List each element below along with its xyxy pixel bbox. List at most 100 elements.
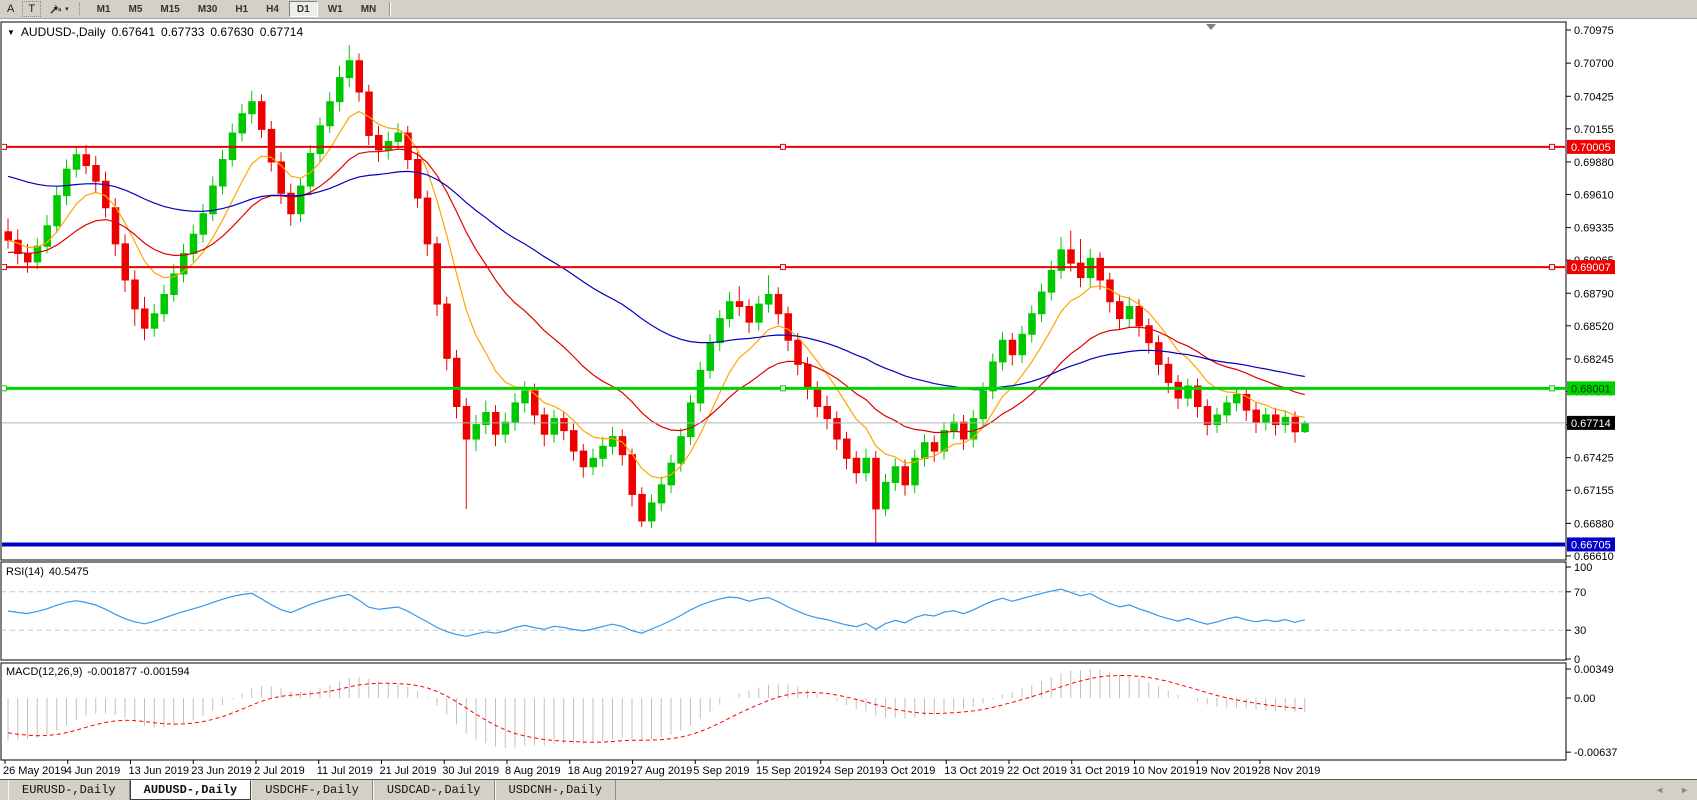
macd-axis-label: 0.00349 (1574, 664, 1614, 676)
candle (1117, 294, 1124, 329)
timeframe-button-m1[interactable]: M1 (89, 1, 119, 17)
candle (1156, 335, 1163, 375)
timeframe-button-h1[interactable]: H1 (227, 1, 256, 17)
chart-tab-audusd[interactable]: AUDUSD-,Daily (130, 780, 252, 800)
level-price-label: 0.68001 (1567, 381, 1615, 395)
rsi-name: RSI(14) (6, 566, 44, 578)
svg-text:0.70005: 0.70005 (1571, 142, 1611, 154)
candle (83, 145, 90, 174)
chart-title: ▼ AUDUSD-,Daily 0.67641 0.67733 0.67630 … (7, 25, 303, 39)
chart-tab-usdcad[interactable]: USDCAD-,Daily (373, 780, 495, 800)
ohlc-low: 0.67630 (210, 25, 253, 39)
date-label: 11 Jul 2019 (317, 765, 373, 777)
timeframe-button-m15[interactable]: M15 (152, 1, 187, 17)
candle (600, 437, 607, 467)
rsi-pane (1, 589, 1566, 636)
svg-text:0.69007: 0.69007 (1571, 262, 1611, 274)
macd-axis-label: -0.00637 (1574, 747, 1617, 759)
candle (171, 264, 178, 301)
candle (941, 422, 948, 459)
candle (541, 408, 548, 447)
level-price-label: 0.70005 (1567, 140, 1615, 154)
ohlc-close: 0.67714 (260, 25, 303, 39)
candle (444, 297, 451, 370)
timeframe-button-d1[interactable]: D1 (289, 1, 318, 17)
hline-handle (1550, 386, 1555, 391)
rsi-axis-label: 70 (1574, 587, 1586, 599)
pane-separator-rsi-macd[interactable] (0, 659, 1566, 663)
macd-indicator-label: MACD(12,26,9) -0.001877 -0.001594 (6, 666, 195, 678)
date-label: 31 Oct 2019 (1070, 765, 1130, 777)
candle (220, 150, 227, 195)
tab-scroll-left-arrow[interactable]: ◄ (1655, 784, 1664, 796)
candle (883, 474, 890, 516)
candle (93, 156, 100, 193)
symbol-collapse-icon[interactable]: ▼ (7, 28, 15, 37)
date-label: 8 Aug 2019 (505, 765, 561, 777)
timeframe-button-m30[interactable]: M30 (190, 1, 225, 17)
price-tick-label: 0.68245 (1574, 354, 1614, 366)
candle (892, 458, 899, 491)
timeframe-button-w1[interactable]: W1 (320, 1, 351, 17)
time-axis: 26 May 20194 Jun 201913 Jun 201923 Jun 2… (3, 760, 1320, 777)
ohlc-open: 0.67641 (112, 25, 155, 39)
rsi-line (8, 589, 1305, 636)
chart-symbol-label: AUDUSD-,Daily (21, 25, 106, 39)
candle (54, 186, 61, 232)
arrow-objects-button[interactable]: ▾ (43, 1, 75, 17)
candle (756, 296, 763, 331)
chart-canvas[interactable]: 0.709750.707000.704250.701550.698800.696… (0, 0, 1697, 800)
tab-scroll-right-arrow[interactable]: ► (1680, 784, 1689, 796)
chart-tab-usdcnh[interactable]: USDCNH-,Daily (495, 780, 617, 800)
hline-handle (781, 144, 786, 149)
toolbar: A T ▾ M1M5M15M30H1H4D1W1MN (0, 0, 1697, 19)
pane-separator-main-rsi[interactable] (0, 559, 1566, 563)
macd-name: MACD(12,26,9) (6, 666, 82, 678)
mt4-terminal-window: A T ▾ M1M5M15M30H1H4D1W1MN 0.709750.7070… (0, 0, 1697, 800)
candle (619, 429, 626, 465)
candle (736, 286, 743, 316)
candle (873, 451, 880, 544)
candle (1185, 379, 1192, 407)
hline-handle (2, 386, 7, 391)
candle (64, 160, 71, 206)
candle (25, 244, 32, 273)
timeframe-button-h4[interactable]: H4 (258, 1, 287, 17)
chart-tab-usdchf[interactable]: USDCHF-,Daily (251, 780, 373, 800)
timeframe-button-mn[interactable]: MN (353, 1, 385, 17)
date-label: 23 Jun 2019 (191, 765, 252, 777)
candle (1068, 231, 1075, 272)
candle (707, 334, 714, 379)
candle (512, 393, 519, 430)
candlesticks (5, 45, 1308, 544)
date-label: 3 Oct 2019 (882, 765, 936, 777)
candle (1019, 326, 1026, 363)
main-pane-frame (1, 22, 1566, 560)
date-label: 13 Oct 2019 (944, 765, 1004, 777)
price-tick-label: 0.69335 (1574, 223, 1614, 235)
candle (1029, 305, 1036, 342)
candle (590, 449, 597, 476)
candle (5, 219, 12, 249)
toolbar-grip (79, 3, 83, 15)
font-tool-button[interactable]: A (1, 1, 20, 17)
timeframe-button-m5[interactable]: M5 (121, 1, 151, 17)
candle (376, 126, 383, 162)
level-price-label: 0.69007 (1567, 260, 1615, 274)
candle (161, 285, 168, 322)
candle (190, 225, 197, 262)
candle (1224, 396, 1231, 424)
candle (181, 244, 188, 283)
ohlc-high: 0.67733 (161, 25, 204, 39)
candle (1282, 410, 1289, 433)
chart-tab-eurusd[interactable]: EURUSD-,Daily (8, 780, 130, 800)
candle (239, 104, 246, 141)
candle (1039, 284, 1046, 323)
candle (298, 178, 305, 223)
hline-handle (781, 386, 786, 391)
chart-shift-marker (1206, 24, 1216, 30)
candle (1146, 319, 1153, 354)
candle (346, 45, 353, 87)
candle (366, 85, 373, 145)
text-tool-button[interactable]: T (22, 1, 41, 17)
